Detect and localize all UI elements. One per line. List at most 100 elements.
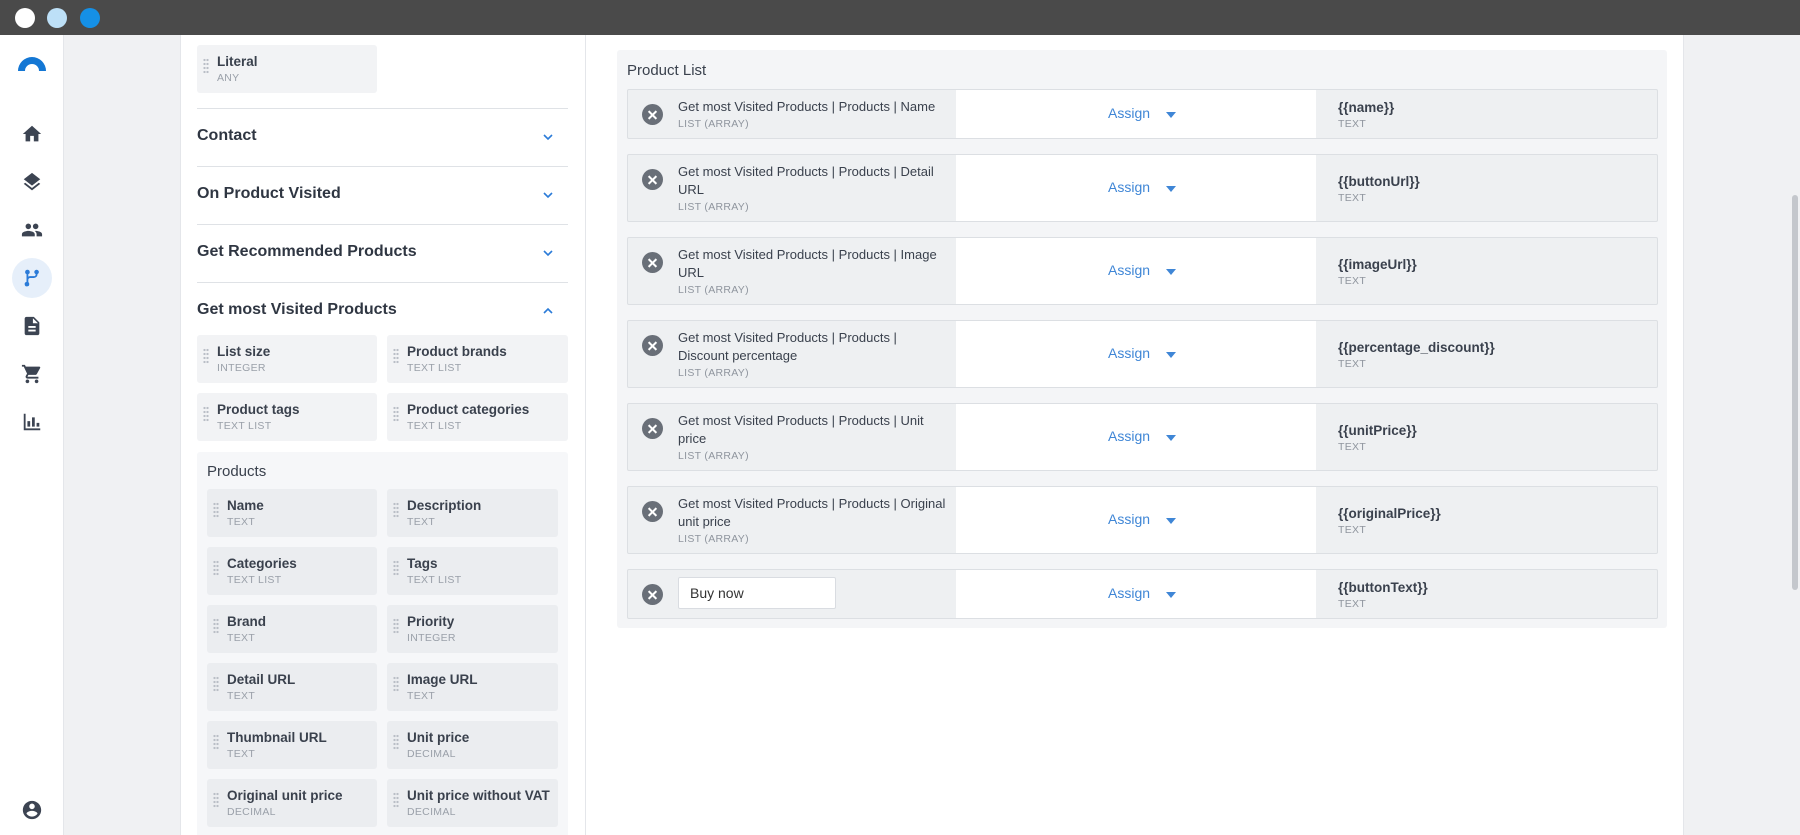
- drag-handle-icon[interactable]: [393, 734, 399, 750]
- dropdown-caret-icon[interactable]: [1166, 352, 1176, 358]
- variable-product-unit-price[interactable]: Unit price DECIMAL: [387, 721, 558, 769]
- remove-icon[interactable]: [642, 418, 663, 439]
- dropdown-caret-icon[interactable]: [1166, 186, 1176, 192]
- dropdown-caret-icon[interactable]: [1166, 435, 1176, 441]
- assign-dropdown[interactable]: Assign: [1108, 262, 1150, 278]
- nav-account[interactable]: [12, 790, 52, 830]
- variable-type: INTEGER: [217, 362, 266, 374]
- drag-handle-icon[interactable]: [203, 406, 209, 422]
- app-logo-icon[interactable]: [16, 53, 48, 73]
- variable-product-image-url[interactable]: Image URL TEXT: [387, 663, 558, 711]
- source-type: LIST (ARRAY): [678, 533, 749, 545]
- variable-type: TEXT: [407, 690, 436, 702]
- constant-value-input[interactable]: [678, 577, 836, 609]
- variable-product-priority[interactable]: Priority INTEGER: [387, 605, 558, 653]
- assign-dropdown[interactable]: Assign: [1108, 428, 1150, 444]
- mapping-row: Get most Visited Products | Products | I…: [627, 237, 1658, 305]
- drag-handle-icon[interactable]: [393, 406, 399, 422]
- section-contact[interactable]: Contact: [197, 108, 568, 166]
- variable-type: ANY: [217, 72, 240, 84]
- target-placeholder: {{buttonUrl}}: [1338, 174, 1420, 189]
- target-placeholder: {{percentage_discount}}: [1338, 340, 1495, 355]
- drag-handle-icon[interactable]: [393, 502, 399, 518]
- nav-home[interactable]: [12, 114, 52, 154]
- section-title: Contact: [197, 127, 257, 144]
- account-icon: [22, 800, 42, 820]
- section-title: Get Recommended Products: [197, 243, 417, 260]
- target-type: TEXT: [1338, 192, 1367, 204]
- sidebar: [0, 35, 64, 835]
- nav-people[interactable]: [12, 210, 52, 250]
- drag-handle-icon[interactable]: [393, 348, 399, 364]
- remove-icon[interactable]: [642, 584, 663, 605]
- section-get-recommended-products[interactable]: Get Recommended Products: [197, 224, 568, 282]
- remove-icon[interactable]: [642, 335, 663, 356]
- chevron-down-icon[interactable]: [542, 247, 554, 259]
- nav-flows[interactable]: [12, 258, 52, 298]
- mapping-panel: Product List Get most Visited Products |…: [586, 35, 1684, 835]
- assign-dropdown[interactable]: Assign: [1108, 105, 1150, 121]
- product-list-mapping: Product List Get most Visited Products |…: [617, 50, 1667, 628]
- section-on-product-visited[interactable]: On Product Visited: [197, 166, 568, 224]
- variable-product-thumbnail-url[interactable]: Thumbnail URL TEXT: [207, 721, 377, 769]
- drag-handle-icon[interactable]: [213, 618, 219, 634]
- assign-dropdown[interactable]: Assign: [1108, 585, 1150, 601]
- dropdown-caret-icon[interactable]: [1166, 518, 1176, 524]
- target-type: TEXT: [1338, 598, 1367, 610]
- dropdown-caret-icon[interactable]: [1166, 269, 1176, 275]
- drag-handle-icon[interactable]: [393, 560, 399, 576]
- drag-handle-icon[interactable]: [203, 58, 209, 74]
- assign-dropdown[interactable]: Assign: [1108, 345, 1150, 361]
- drag-handle-icon[interactable]: [393, 618, 399, 634]
- remove-icon[interactable]: [642, 104, 663, 125]
- variable-product-name[interactable]: Name TEXT: [207, 489, 377, 537]
- window-minimize-button[interactable]: [47, 8, 67, 28]
- nav-layers[interactable]: [12, 162, 52, 202]
- remove-icon[interactable]: [642, 252, 663, 273]
- variable-product-original-unit-price[interactable]: Original unit price DECIMAL: [207, 779, 377, 827]
- source-variable: Get most Visited Products | Products | O…: [678, 496, 946, 529]
- assign-dropdown[interactable]: Assign: [1108, 179, 1150, 195]
- variable-name: Priority: [407, 614, 455, 629]
- variable-product-tags[interactable]: Product tags TEXT LIST: [197, 393, 377, 441]
- assign-dropdown[interactable]: Assign: [1108, 511, 1150, 527]
- variable-product-brands[interactable]: Product brands TEXT LIST: [387, 335, 568, 383]
- drag-handle-icon[interactable]: [393, 676, 399, 692]
- section-get-most-visited-products[interactable]: Get most Visited Products: [197, 282, 568, 340]
- variable-type: INTEGER: [407, 632, 456, 644]
- nav-documents[interactable]: [12, 306, 52, 346]
- nav-analytics[interactable]: [12, 402, 52, 442]
- drag-handle-icon[interactable]: [213, 560, 219, 576]
- chevron-down-icon[interactable]: [542, 189, 554, 201]
- variable-name: Literal: [217, 54, 258, 69]
- chevron-down-icon[interactable]: [542, 131, 554, 143]
- drag-handle-icon[interactable]: [203, 348, 209, 364]
- variable-product-brand[interactable]: Brand TEXT: [207, 605, 377, 653]
- variable-literal[interactable]: Literal ANY: [197, 45, 377, 93]
- remove-icon[interactable]: [642, 501, 663, 522]
- variable-product-detail-url[interactable]: Detail URL TEXT: [207, 663, 377, 711]
- chevron-up-icon[interactable]: [542, 305, 554, 317]
- window-close-button[interactable]: [15, 8, 35, 28]
- variable-product-description[interactable]: Description TEXT: [387, 489, 558, 537]
- drag-handle-icon[interactable]: [213, 734, 219, 750]
- target-placeholder: {{name}}: [1338, 100, 1395, 115]
- section-title: On Product Visited: [197, 185, 341, 202]
- target-type: TEXT: [1338, 358, 1367, 370]
- variable-product-unit-price-without-vat[interactable]: Unit price without VAT DECIMAL: [387, 779, 558, 827]
- dropdown-caret-icon[interactable]: [1166, 112, 1176, 118]
- remove-icon[interactable]: [642, 169, 663, 190]
- window-maximize-button[interactable]: [80, 8, 100, 28]
- drag-handle-icon[interactable]: [213, 792, 219, 808]
- variable-list-size[interactable]: List size INTEGER: [197, 335, 377, 383]
- scrollbar-thumb[interactable]: [1792, 195, 1798, 590]
- drag-handle-icon[interactable]: [213, 502, 219, 518]
- nav-commerce[interactable]: [12, 354, 52, 394]
- variable-product-categories-field[interactable]: Categories TEXT LIST: [207, 547, 377, 595]
- variable-product-categories[interactable]: Product categories TEXT LIST: [387, 393, 568, 441]
- dropdown-caret-icon[interactable]: [1166, 592, 1176, 598]
- variable-name: Unit price without VAT: [407, 788, 550, 803]
- drag-handle-icon[interactable]: [393, 792, 399, 808]
- variable-product-tags-field[interactable]: Tags TEXT LIST: [387, 547, 558, 595]
- drag-handle-icon[interactable]: [213, 676, 219, 692]
